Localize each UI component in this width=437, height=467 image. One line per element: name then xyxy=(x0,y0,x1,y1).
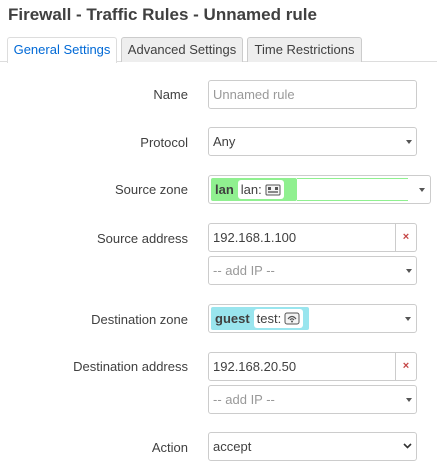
source-address-input[interactable]: 192.168.1.100 xyxy=(208,223,396,252)
source-address-add-select[interactable]: -- add IP -- xyxy=(208,256,417,285)
protocol-value: Any xyxy=(213,134,236,149)
destination-zone-name: guest xyxy=(215,311,250,326)
ethernet-ports-icon xyxy=(265,184,281,195)
tab-time-restrictions[interactable]: Time Restrictions xyxy=(247,37,362,62)
destination-address-remove-button[interactable]: × xyxy=(396,352,417,381)
destination-zone-networks: test: xyxy=(253,309,304,328)
source-zone-network-label: lan: xyxy=(240,182,262,197)
chevron-down-icon xyxy=(403,433,412,449)
name-label: Name xyxy=(153,87,188,102)
protocol-label: Protocol xyxy=(140,135,188,150)
destination-zone-chip: guest test: xyxy=(211,307,309,330)
destination-address-add-placeholder: -- add IP -- xyxy=(213,392,275,407)
source-zone-color-stripe xyxy=(297,178,408,201)
protocol-select[interactable]: Any xyxy=(208,127,417,156)
source-zone-chip: lan lan: xyxy=(211,178,297,201)
tab-general-settings[interactable]: General Settings xyxy=(7,37,117,63)
destination-address-label: Destination address xyxy=(73,359,188,374)
destination-zone-label: Destination zone xyxy=(91,312,188,327)
source-zone-networks: lan: xyxy=(237,180,284,199)
source-address-add-placeholder: -- add IP -- xyxy=(213,263,275,278)
action-value: accept xyxy=(213,439,252,454)
source-address-remove-button[interactable]: × xyxy=(396,223,417,252)
name-input[interactable]: Unnamed rule xyxy=(208,80,417,109)
tab-advanced-settings[interactable]: Advanced Settings xyxy=(121,37,243,62)
page-title: Firewall - Traffic Rules - Unnamed rule xyxy=(8,5,317,24)
destination-address-input[interactable]: 192.168.20.50 xyxy=(208,352,396,381)
tab-bar: General Settings Advanced Settings Time … xyxy=(0,37,437,63)
action-label: Action xyxy=(151,440,188,455)
destination-zone-network-label: test: xyxy=(256,311,282,326)
destination-address-add-select[interactable]: -- add IP -- xyxy=(208,385,417,414)
action-select[interactable]: accept xyxy=(208,432,417,461)
wireless-network-icon xyxy=(284,312,300,325)
source-zone-dropdown[interactable]: lan lan: xyxy=(208,175,431,204)
source-zone-label: Source zone xyxy=(115,182,188,197)
destination-zone-dropdown[interactable]: guest test: xyxy=(208,304,417,333)
source-zone-name: lan xyxy=(215,182,234,197)
source-address-label: Source address xyxy=(96,231,188,246)
